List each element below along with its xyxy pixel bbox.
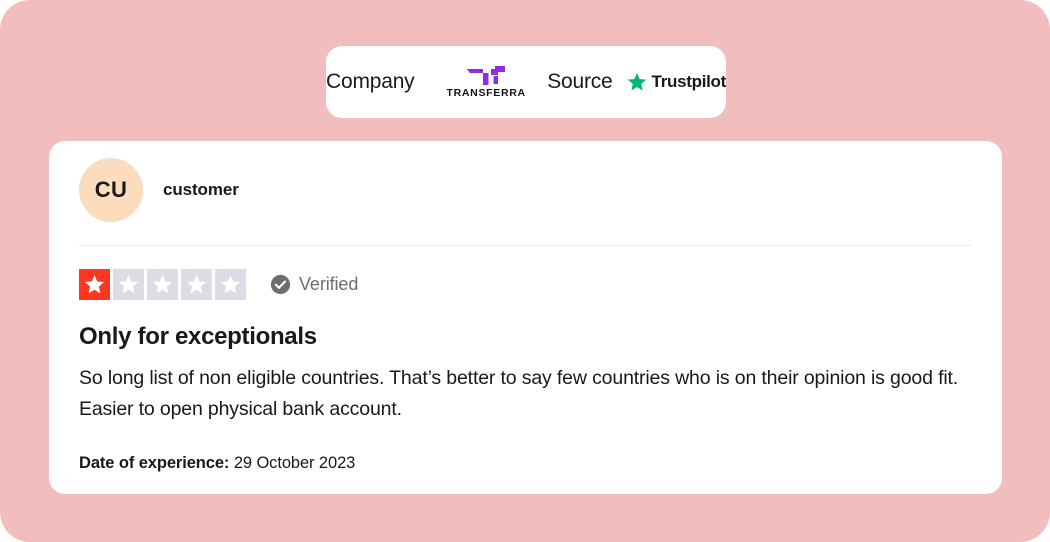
star-rating [79,269,246,300]
verified-label: Verified [299,274,359,294]
trustpilot-logo: Trustpilot [627,72,726,92]
company-label: Company [326,70,415,93]
date-label: Date of experience: [79,454,230,472]
review-body: So long list of non eligible countries. … [79,367,959,420]
check-circle-icon [270,274,291,295]
reviewer-header: CU customer [79,158,239,222]
date-of-experience: Date of experience: 29 October 2023 [79,454,355,473]
review-card: CU customer Verified Only for exceptiona… [49,141,1002,494]
trustpilot-wordmark: Trustpilot [651,72,727,91]
source-bar: Company TRANSFERRA Source Trustpilot [326,46,726,118]
avatar: CU [79,158,143,222]
date-value: 29 October 2023 [233,454,356,472]
transferra-arrow-mark-icon [465,65,507,86]
review-title: Only for exceptionals [79,323,317,350]
divider [79,245,972,246]
source-label: Source [547,70,613,93]
review-card-canvas: Company TRANSFERRA Source Trustpilot CU … [0,0,1050,542]
star-icon-1 [79,269,110,300]
star-icon-4 [181,269,212,300]
transferra-logo: TRANSFERRA [446,65,526,99]
verified-badge: Verified [270,274,358,295]
star-icon-3 [147,269,178,300]
reviewer-name: customer [163,180,239,199]
rating-row: Verified [79,269,358,300]
transferra-wordmark: TRANSFERRA [446,86,526,99]
trustpilot-star-icon [627,72,647,92]
company-group: Company TRANSFERRA [326,65,526,99]
star-icon-2 [113,269,144,300]
source-group: Source Trustpilot [547,70,726,94]
star-icon-5 [215,269,246,300]
